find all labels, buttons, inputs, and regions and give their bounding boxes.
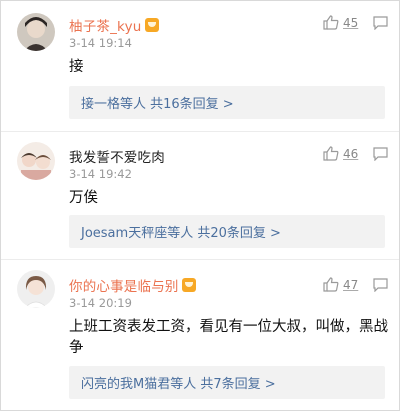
vip-crown-icon — [144, 18, 159, 32]
vip-crown-icon — [181, 278, 196, 292]
like-count: 45 — [343, 15, 359, 30]
avatar[interactable] — [17, 270, 55, 308]
like-count: 47 — [343, 277, 359, 292]
like-count: 46 — [343, 146, 359, 161]
replies-label: 接一格等人 共16条回复 > — [81, 97, 234, 112]
like-button[interactable]: 47 — [323, 277, 358, 292]
comment-time: 3-14 19:42 — [69, 167, 132, 181]
like-button[interactable]: 46 — [323, 146, 358, 161]
comment-time: 3-14 20:19 — [69, 296, 132, 310]
like-button[interactable]: 45 — [323, 15, 358, 30]
replies-label: 闪亮的我M猫君等人 共7条回复 > — [81, 377, 276, 392]
thumbs-up-icon — [323, 15, 339, 30]
thumbs-up-icon — [323, 146, 339, 161]
comment-text-continued: 争 — [69, 340, 84, 356]
replies-link[interactable]: Joesam天秤座等人 共20条回复 > — [69, 215, 385, 248]
comment-username[interactable]: 你的心事是临与别 — [69, 275, 179, 295]
comment-list: 柚子茶_kyu 3-14 19:14 接 接一格等人 共16条回复 > 45 我… — [0, 0, 400, 411]
comment-icon[interactable] — [373, 147, 388, 161]
comment-text: 接 — [69, 59, 84, 75]
thumbs-up-icon — [323, 277, 339, 292]
comment-text: 上班工资表发工资，看见有一位大叔，叫做，黑战 — [69, 319, 388, 335]
avatar[interactable] — [17, 13, 55, 51]
divider — [1, 259, 399, 260]
replies-link[interactable]: 闪亮的我M猫君等人 共7条回复 > — [69, 366, 385, 399]
divider — [1, 131, 399, 132]
comment-text: 万俟 — [69, 190, 98, 206]
avatar[interactable] — [17, 142, 55, 180]
replies-link[interactable]: 接一格等人 共16条回复 > — [69, 86, 385, 119]
comment-icon[interactable] — [373, 278, 388, 292]
comment-time: 3-14 19:14 — [69, 36, 132, 50]
comment-username[interactable]: 我发誓不爱吃肉 — [69, 146, 165, 166]
comment-username[interactable]: 柚子茶_kyu — [69, 15, 142, 35]
replies-label: Joesam天秤座等人 共20条回复 > — [81, 226, 281, 241]
comment-icon[interactable] — [373, 16, 388, 30]
